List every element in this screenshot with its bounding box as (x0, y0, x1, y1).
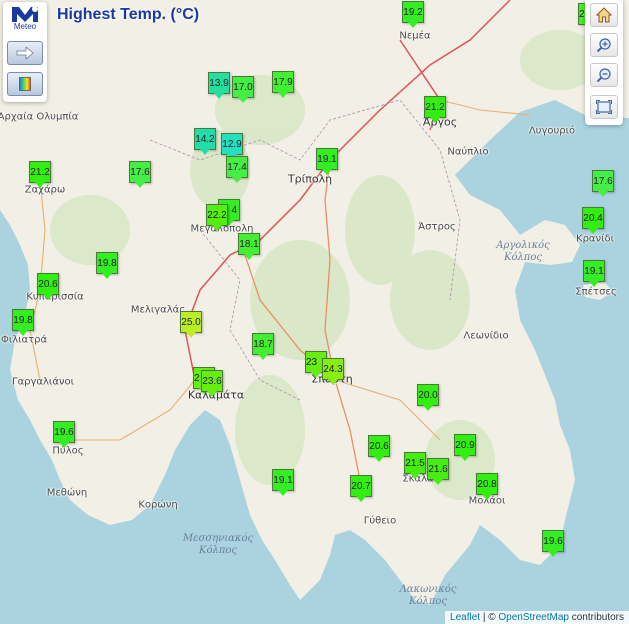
place-label: Νεμέα (399, 30, 431, 42)
place-label: Μεθώνη (46, 487, 88, 499)
place-label: Λεωνίδιο (463, 330, 509, 342)
temperature-marker[interactable]: 19.2 (402, 1, 424, 28)
temperature-marker[interactable]: 21.2 (424, 96, 446, 123)
temperature-marker[interactable]: 19.1 (583, 260, 605, 287)
temperature-marker[interactable]: 19.1 (272, 469, 294, 496)
temperature-marker[interactable]: 19.6 (542, 530, 564, 557)
basemap[interactable] (0, 0, 629, 624)
temperature-marker[interactable]: 17.0 (232, 76, 254, 103)
osm-link[interactable]: OpenStreetMap (498, 612, 569, 623)
temperature-marker[interactable]: 17.4 (226, 156, 248, 183)
temperature-marker[interactable]: 13.9 (208, 72, 230, 99)
temperature-marker[interactable]: 20.9 (454, 434, 476, 461)
temperature-marker[interactable]: 17.9 (272, 71, 294, 98)
home-button[interactable] (590, 3, 618, 27)
attribution-separator: | © (480, 612, 499, 623)
meteo-logo-icon (12, 6, 38, 22)
temperature-marker[interactable]: 19.8 (12, 309, 34, 336)
temperature-marker[interactable]: 24.3 (322, 358, 344, 385)
zoom-in-icon (596, 38, 611, 53)
place-label: Γύθειο (363, 515, 397, 527)
temperature-marker[interactable]: 20.8 (476, 473, 498, 500)
temperature-marker[interactable]: 19.1 (316, 148, 338, 175)
temperature-marker[interactable]: 25.0 (180, 311, 202, 338)
place-label: Γαργαλιάνοι (11, 376, 75, 388)
place-label: Κορώνη (138, 499, 178, 511)
place-label: Ζαχάρω (24, 184, 66, 196)
leaflet-link[interactable]: Leaflet (450, 612, 480, 623)
fullscreen-icon (596, 100, 612, 114)
temperature-marker[interactable]: 21.5 (404, 452, 426, 479)
place-label: Λυγουριό (528, 125, 576, 137)
map-attribution: Leaflet | © OpenStreetMap contributors (445, 611, 629, 624)
place-label: Κρανίδι (576, 233, 614, 245)
temperature-marker[interactable]: 20.6 (37, 273, 59, 300)
map-toolbar (585, 0, 623, 125)
logo-text: Meteo (13, 22, 37, 31)
sea-label: Αργολικός Κόλπος (496, 240, 550, 263)
temperature-marker[interactable]: 20.0 (417, 384, 439, 411)
place-label: Σπέτσες (575, 286, 617, 298)
temperature-marker[interactable]: 19.6 (53, 421, 75, 448)
place-label: Ναύπλιο (447, 146, 489, 158)
zoom-out-button[interactable] (590, 63, 618, 87)
sea-label: Μεσσηνιακός Κόλπος (182, 533, 254, 556)
zoom-in-button[interactable] (590, 33, 618, 57)
fullscreen-button[interactable] (590, 95, 618, 119)
map-container[interactable]: Νεμέα Αρχαία Ολυμπία Άργος Λυγουριό Ναύπ… (0, 0, 629, 624)
sea-label: Λακωνικός Κόλπος (399, 584, 457, 607)
temperature-marker[interactable]: 18.7 (252, 333, 274, 360)
color-scale-icon (19, 77, 31, 91)
next-arrow-button[interactable] (7, 41, 43, 65)
attribution-suffix: contributors (568, 612, 624, 623)
temperature-marker[interactable]: 12.9 (221, 133, 243, 160)
place-label: Φιλιατρά (0, 334, 48, 346)
home-icon (596, 7, 612, 23)
temperature-marker[interactable]: 20.4 (582, 207, 604, 234)
temperature-marker[interactable]: 20.7 (350, 475, 372, 502)
page-title: Highest Temp. (°C) (57, 6, 200, 23)
temperature-marker[interactable]: 21.6 (427, 458, 449, 485)
temperature-marker[interactable]: 20.6 (368, 435, 390, 462)
temperature-marker[interactable]: 17.6 (592, 170, 614, 197)
place-label: Άστρος (418, 221, 456, 233)
temperature-marker[interactable]: 21.2 (29, 161, 51, 188)
legend-button[interactable] (7, 72, 43, 96)
arrow-right-icon (16, 47, 34, 59)
temperature-marker[interactable]: 23.6 (201, 370, 223, 397)
temperature-marker[interactable]: 19.8 (96, 252, 118, 279)
logo-panel: Meteo (3, 2, 47, 102)
place-label: Μελιγαλάς (130, 304, 186, 316)
zoom-out-icon (596, 68, 611, 83)
place-label: Αρχαία Ολυμπία (0, 111, 79, 123)
temperature-marker[interactable]: 17.6 (129, 161, 151, 188)
temperature-marker[interactable]: 18.1 (238, 233, 260, 260)
temperature-marker[interactable]: 14.2 (194, 128, 216, 155)
temperature-marker[interactable]: 22.2 (206, 204, 228, 231)
